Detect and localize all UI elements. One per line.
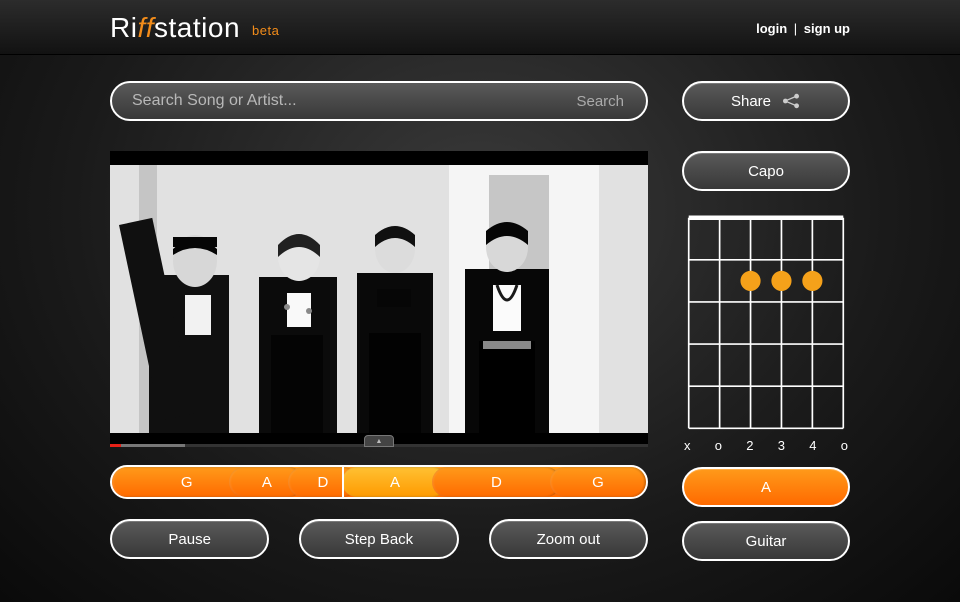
playhead[interactable]	[342, 465, 344, 499]
search-row: Search	[110, 81, 648, 121]
fret-label: 4	[809, 438, 816, 453]
logo[interactable]: Riffstation beta	[110, 12, 279, 44]
share-label: Share	[731, 93, 771, 110]
share-button[interactable]: Share	[682, 81, 850, 121]
beta-badge: beta	[252, 23, 279, 38]
search-pill: Search	[110, 81, 648, 121]
logo-text-ff: ff	[137, 12, 154, 44]
logo-text-ri: Ri	[110, 12, 137, 44]
video-player[interactable]	[110, 151, 648, 447]
current-chord-badge: A	[682, 467, 850, 507]
fret-string-labels: x o 2 3 4 o	[682, 438, 850, 453]
capo-button[interactable]: Capo	[682, 151, 850, 191]
video-expand-handle[interactable]	[364, 435, 394, 447]
chord-timeline[interactable]: GADADG	[110, 465, 648, 499]
step-back-button[interactable]: Step Back	[299, 519, 458, 559]
video-progress-loaded	[110, 444, 185, 447]
fret-label: 2	[746, 438, 753, 453]
search-input[interactable]	[112, 92, 554, 110]
chord-segment[interactable]: G	[550, 467, 646, 497]
chord-diagram	[682, 211, 850, 435]
video-progress-played	[110, 444, 121, 447]
instrument-button[interactable]: Guitar	[682, 521, 850, 561]
share-icon	[781, 93, 801, 109]
fret-label: o	[715, 438, 722, 453]
signup-link[interactable]: sign up	[804, 21, 850, 36]
auth-separator: |	[791, 21, 800, 36]
fret-label: x	[684, 438, 691, 453]
pause-button[interactable]: Pause	[110, 519, 269, 559]
transport-controls: Pause Step Back Zoom out	[110, 519, 648, 559]
auth-links: login | sign up	[756, 21, 850, 36]
login-link[interactable]: login	[756, 21, 787, 36]
zoom-out-button[interactable]: Zoom out	[489, 519, 648, 559]
logo-text-station: station	[154, 12, 240, 44]
search-button[interactable]: Search	[554, 93, 646, 110]
chord-segment[interactable]: D	[432, 467, 560, 497]
video-thumbnail	[110, 165, 648, 433]
top-bar: Riffstation beta login | sign up	[0, 0, 960, 55]
fret-label: o	[841, 438, 848, 453]
fret-label: 3	[778, 438, 785, 453]
